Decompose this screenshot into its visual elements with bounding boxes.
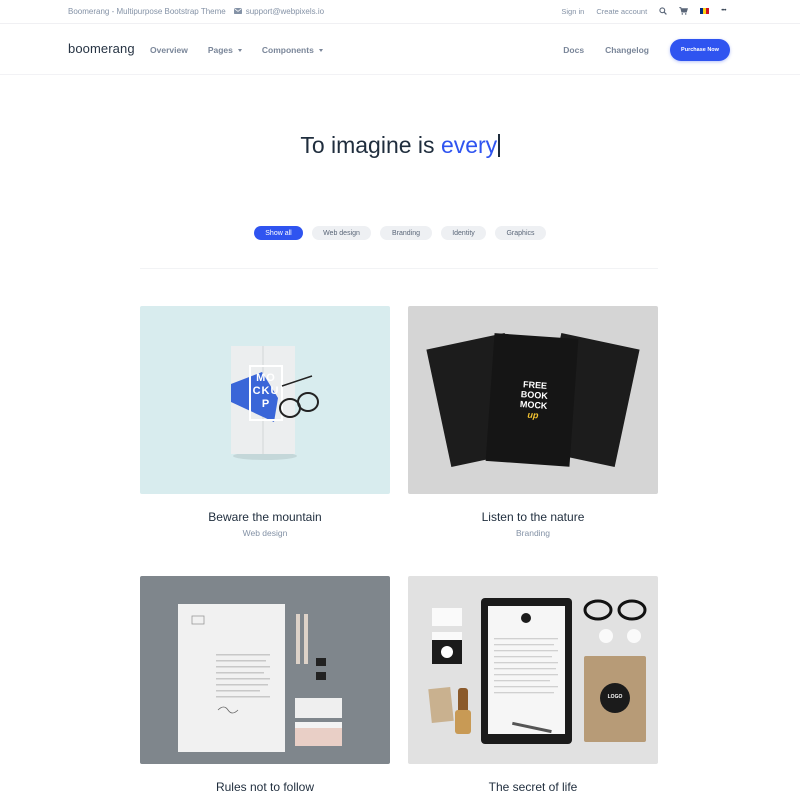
poster-mockup-text: MOCKUP xyxy=(252,372,280,410)
nav-item-components[interactable]: Components xyxy=(262,45,323,55)
nav-right: Docs Changelog Purchase Now xyxy=(563,25,730,75)
nav-left: Overview Pages Components xyxy=(150,25,343,75)
nav-item-overview[interactable]: Overview xyxy=(150,45,188,55)
portfolio-card[interactable]: LOGO The secret of life xyxy=(408,576,658,794)
card-title[interactable]: Listen to the nature xyxy=(408,510,658,524)
portfolio-card[interactable]: MOCKUP Beware the mountain Web design xyxy=(140,306,390,538)
filter-graphics[interactable]: Graphics xyxy=(495,226,546,240)
identity-illustration xyxy=(428,598,647,744)
main-navbar: boomerang Overview Pages Components Docs… xyxy=(0,25,800,75)
filter-branding[interactable]: Branding xyxy=(380,226,432,240)
email-link[interactable]: support@webpixels.io xyxy=(233,6,325,16)
stationery-illustration xyxy=(178,604,342,752)
portfolio-filters: Show all Web design Branding Identity Gr… xyxy=(254,226,555,240)
search-button[interactable] xyxy=(659,7,668,15)
cart-button[interactable] xyxy=(679,7,689,15)
notebook-logo-text: LOGO xyxy=(607,694,623,700)
card-category: Branding xyxy=(515,528,551,538)
sign-in-link[interactable]: Sign in xyxy=(561,7,584,16)
portfolio-card[interactable]: FREE BOOK MOCK up Listen to the nature B… xyxy=(408,306,658,538)
nav-item-docs[interactable]: Docs xyxy=(563,45,584,55)
chevron-down-icon xyxy=(318,48,323,52)
nav-item-pages[interactable]: Pages xyxy=(208,45,242,55)
email-text: support@webpixels.io xyxy=(245,6,325,16)
nav-item-label: Pages xyxy=(207,45,233,55)
brand-logo[interactable]: boomerang xyxy=(68,41,135,56)
mockup-poster-with-glasses-image[interactable]: MOCKUP xyxy=(140,306,390,494)
card-category: Web design xyxy=(242,528,288,538)
hero-heading: To imagine is every xyxy=(0,132,800,159)
romania-flag-icon[interactable] xyxy=(700,8,710,14)
portfolio-card[interactable]: Rules not to follow xyxy=(140,576,390,794)
filter-show-all[interactable]: Show all xyxy=(254,226,303,240)
chevron-down-icon xyxy=(237,48,242,52)
card-title[interactable]: Beware the mountain xyxy=(140,510,390,524)
envelope-icon xyxy=(233,8,242,14)
more-icon[interactable]: ••• xyxy=(721,8,726,14)
typing-cursor xyxy=(498,134,500,157)
cart-icon xyxy=(679,7,689,15)
book-cover-text: FREE BOOK MOCK up xyxy=(515,379,554,421)
stationery-letterhead-mockup-image[interactable] xyxy=(140,576,390,764)
nav-item-changelog[interactable]: Changelog xyxy=(605,45,649,55)
search-icon xyxy=(659,7,668,15)
section-divider xyxy=(140,268,658,269)
nav-item-label: Overview xyxy=(150,45,188,55)
free-book-mockup-image[interactable]: FREE BOOK MOCK up xyxy=(408,306,658,494)
flag-stripe-red xyxy=(706,8,710,14)
hero-accent-text: every xyxy=(440,132,498,158)
top-bar: Boomerang - Multipurpose Bootstrap Theme… xyxy=(0,0,800,24)
hero-text: To imagine is xyxy=(300,132,441,158)
branding-identity-mockup-image[interactable]: LOGO xyxy=(408,576,658,764)
filter-web-design[interactable]: Web design xyxy=(312,226,371,240)
nav-item-label: Components xyxy=(261,45,314,55)
card-title[interactable]: Rules not to follow xyxy=(140,780,390,794)
top-bar-right: Sign in Create account ••• xyxy=(549,0,726,22)
create-account-link[interactable]: Create account xyxy=(596,7,647,16)
site-title: Boomerang - Multipurpose Bootstrap Theme xyxy=(68,6,226,16)
top-bar-left: Boomerang - Multipurpose Bootstrap Theme… xyxy=(68,0,324,22)
filter-identity[interactable]: Identity xyxy=(441,226,486,240)
card-title[interactable]: The secret of life xyxy=(408,780,658,794)
purchase-now-button[interactable]: Purchase Now xyxy=(670,39,730,61)
